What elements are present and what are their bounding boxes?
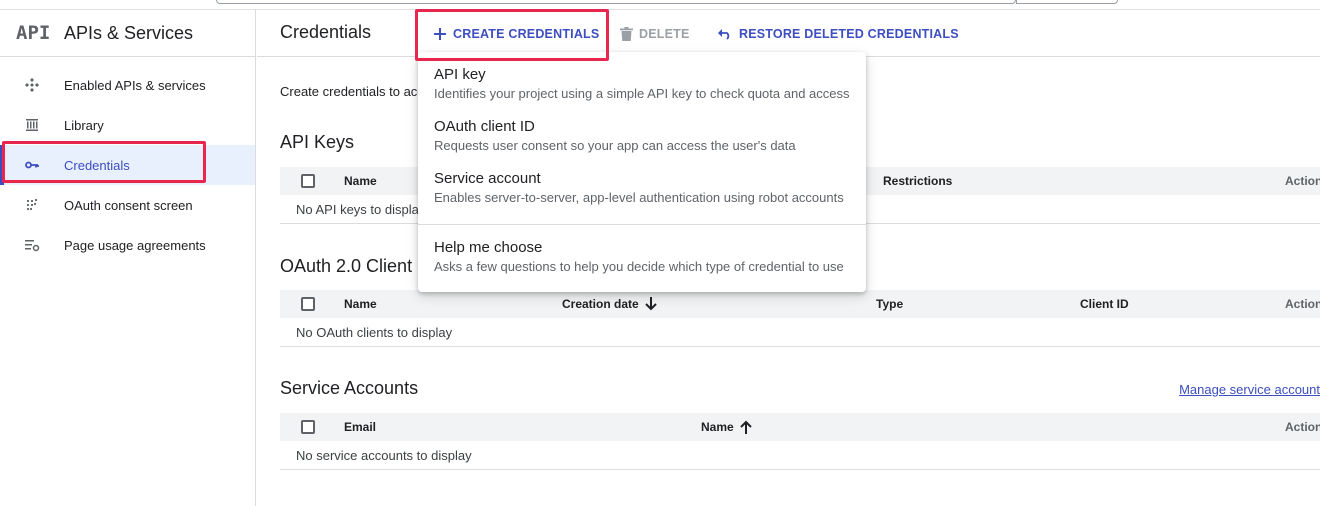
col-type[interactable]: Type	[876, 297, 903, 311]
arrow-up-icon	[739, 420, 752, 434]
menu-item-desc: Identifies your project using a simple A…	[434, 86, 850, 101]
trash-icon	[620, 27, 633, 41]
menu-item-service-account[interactable]: Service account Enables server-to-server…	[418, 164, 866, 216]
sidebar-item-label: Library	[64, 117, 104, 133]
restore-deleted-label: RESTORE DELETED CREDENTIALS	[739, 27, 959, 41]
restore-deleted-button[interactable]: RESTORE DELETED CREDENTIALS	[717, 24, 959, 44]
sidebar-item-enabled-apis[interactable]: Enabled APIs & services	[0, 65, 255, 105]
top-search-bar	[0, 0, 1320, 8]
sidebar-item-page-usage[interactable]: Page usage agreements	[0, 225, 255, 265]
page-title: Credentials	[280, 22, 372, 42]
service-accounts-table: Email Name Action No service accounts to…	[280, 413, 1320, 470]
consent-dots-icon	[0, 197, 64, 213]
select-all-checkbox[interactable]	[301, 297, 315, 311]
create-credentials-menu: API key Identifies your project using a …	[418, 52, 866, 292]
select-all-checkbox[interactable]	[301, 174, 315, 188]
menu-item-desc: Requests user consent so your app can ac…	[434, 138, 796, 153]
arrow-down-icon	[644, 297, 657, 311]
empty-state: No OAuth clients to display	[280, 318, 1320, 347]
oauth-table: Name Creation date Type Client ID Action…	[280, 290, 1320, 347]
highlight-box-credentials	[2, 141, 206, 183]
menu-item-desc: Asks a few questions to help you decide …	[434, 259, 844, 274]
col-actions: Action	[1285, 420, 1320, 434]
sidebar-title: APIs & Services	[64, 22, 194, 43]
menu-item-title: API key	[434, 66, 486, 83]
undo-icon	[718, 29, 730, 40]
col-name[interactable]: Name	[344, 174, 377, 188]
intro-text: Create credentials to acc	[280, 84, 424, 99]
sidebar-item-oauth-consent[interactable]: OAuth consent screen	[0, 185, 255, 225]
table-header: Email Name Action	[280, 413, 1320, 441]
col-actions: Action	[1285, 174, 1320, 188]
api-hub-icon	[0, 77, 64, 93]
api-keys-title: API Keys	[280, 132, 355, 152]
sidebar-header: API APIs & Services	[0, 10, 255, 57]
select-all-checkbox[interactable]	[301, 420, 315, 434]
highlight-box-create-credentials	[415, 9, 609, 61]
col-name[interactable]: Name	[701, 420, 752, 434]
col-client-id[interactable]: Client ID	[1080, 297, 1129, 311]
search-button[interactable]	[1016, 0, 1118, 4]
sidebar-item-label: Page usage agreements	[64, 237, 206, 253]
delete-label: DELETE	[639, 27, 690, 41]
menu-item-desc: Enables server-to-server, app-level auth…	[434, 190, 844, 205]
delete-button[interactable]: DELETE	[620, 24, 690, 44]
col-creation-date[interactable]: Creation date	[562, 297, 657, 311]
menu-item-api-key[interactable]: API key Identifies your project using a …	[418, 60, 866, 112]
manage-service-accounts-link[interactable]: Manage service account	[1179, 382, 1320, 397]
settings-list-icon	[0, 237, 64, 253]
menu-item-oauth-client-id[interactable]: OAuth client ID Requests user consent so…	[418, 112, 866, 164]
col-creation-date-label: Creation date	[562, 297, 639, 311]
menu-item-title: Help me choose	[434, 239, 543, 256]
col-email[interactable]: Email	[344, 420, 376, 434]
library-icon	[0, 117, 64, 133]
service-accounts-title: Service Accounts	[280, 378, 419, 398]
col-restrictions[interactable]: Restrictions	[883, 174, 952, 188]
oauth-title: OAuth 2.0 Client I	[280, 256, 423, 276]
col-name[interactable]: Name	[344, 297, 377, 311]
sidebar-item-label: OAuth consent screen	[64, 197, 193, 213]
menu-divider	[418, 224, 866, 225]
sidebar-item-label: Enabled APIs & services	[64, 77, 206, 93]
menu-item-title: OAuth client ID	[434, 118, 535, 135]
col-name-label: Name	[701, 420, 734, 434]
menu-item-title: Service account	[434, 170, 541, 187]
menu-item-help-me-choose[interactable]: Help me choose Asks a few questions to h…	[418, 235, 866, 287]
col-actions: Action	[1285, 297, 1320, 311]
table-header: Name Creation date Type Client ID Action	[280, 290, 1320, 318]
search-input[interactable]	[216, 0, 1016, 4]
sidebar-item-library[interactable]: Library	[0, 105, 255, 145]
api-logo: API	[16, 22, 51, 44]
sidebar: API APIs & Services Enabled APIs & servi…	[0, 10, 256, 506]
empty-state: No service accounts to display	[280, 441, 1320, 470]
